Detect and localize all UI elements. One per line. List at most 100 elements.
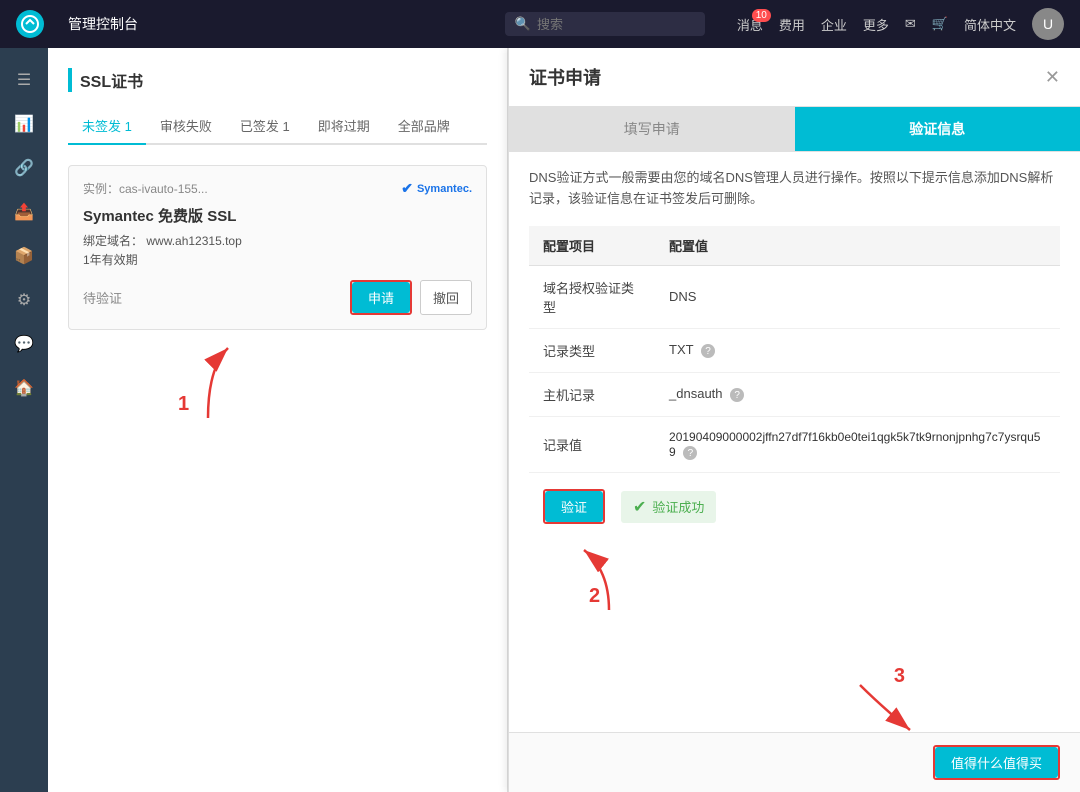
sidebar-icon-home[interactable]: 🏠 [8, 372, 40, 404]
panel-title: SSL证书 [68, 68, 487, 92]
modal-footer: 3 值得什么值得买 [509, 732, 1080, 792]
row4-value: 20190409000002jffn27df7f16kb0e0tei1qgk5k… [655, 416, 1060, 473]
col-value-header: 配置值 [655, 226, 1060, 266]
footer-btn-highlight: 值得什么值得买 [933, 745, 1060, 780]
cert-actions: 申请 撤回 [350, 280, 472, 315]
footer-submit-button[interactable]: 值得什么值得买 [935, 747, 1058, 778]
verify-success-text: ✔ 验证成功 [621, 491, 716, 523]
messages-badge: 10 [752, 9, 771, 22]
annotation-number-2: 2 [589, 585, 600, 608]
sidebar-icon-upload[interactable]: 📤 [8, 196, 40, 228]
help-icon-txt[interactable]: ? [701, 344, 715, 358]
step-fill-application[interactable]: 填写申请 [509, 107, 795, 151]
col-item-header: 配置项目 [529, 226, 655, 266]
sidebar-icon-menu[interactable]: ☰ [8, 64, 40, 96]
cert-tabs: 未签发 1 审核失败 已签发 1 即将过期 全部品牌 [68, 108, 487, 145]
step-verify-info[interactable]: 验证信息 [795, 107, 1080, 151]
nav-enterprise[interactable]: 企业 [821, 15, 847, 34]
sidebar-icon-dashboard[interactable]: 📊 [8, 108, 40, 140]
main-content: SSL证书 未签发 1 审核失败 已签发 1 即将过期 全部品牌 [48, 48, 1080, 792]
cert-domain-label: 绑定域名： [83, 234, 143, 248]
left-panel: SSL证书 未签发 1 审核失败 已签发 1 即将过期 全部品牌 [48, 48, 508, 792]
check-icon: ✔ [401, 180, 413, 197]
nav-enterprise-label: 企业 [821, 18, 847, 33]
sidebar-icon-link[interactable]: 🔗 [8, 152, 40, 184]
nav-more-label: 更多 [863, 18, 889, 33]
modal-title: 证书申请 [529, 64, 601, 90]
cert-name: Symantec 免费版 SSL [83, 205, 472, 226]
annotation-number-3: 3 [894, 665, 905, 688]
modal-header: 证书申请 ✕ [509, 48, 1080, 107]
verify-row: 验证 ✔ 验证成功 [529, 473, 1060, 540]
apply-btn-highlight: 申请 [350, 280, 412, 315]
table-row: 记录值 20190409000002jffn27df7f16kb0e0tei1q… [529, 416, 1060, 473]
cert-footer: 待验证 申请 撤回 [83, 280, 472, 315]
annotation-area-1: 1 [68, 338, 487, 438]
cert-domain-value: www.ah12315.top [146, 234, 241, 248]
nav-billing-label: 费用 [779, 18, 805, 33]
sidebar-icon-settings[interactable]: ⚙ [8, 284, 40, 316]
topnav-title: 管理控制台 [68, 14, 138, 34]
nav-billing[interactable]: 费用 [779, 15, 805, 34]
tab-all-brands[interactable]: 全部品牌 [384, 108, 464, 145]
mail-icon: ✉ [905, 16, 916, 31]
cert-validity: 1年有效期 [83, 251, 472, 268]
search-input[interactable] [537, 17, 687, 32]
nav-cart[interactable]: 🛒 [932, 16, 948, 32]
search-icon: 🔍 [515, 16, 531, 32]
avatar-initials: U [1043, 16, 1053, 32]
logo-icon [16, 10, 44, 38]
success-icon: ✔ [633, 497, 646, 517]
row4-item: 记录值 [529, 416, 655, 473]
success-label: 验证成功 [652, 497, 704, 516]
cert-status: 待验证 [83, 288, 122, 307]
cart-icon: 🛒 [932, 16, 948, 31]
table-row: 主机记录 _dnsauth ? [529, 372, 1060, 416]
steps: 填写申请 验证信息 [509, 107, 1080, 152]
sidebar-icon-chat[interactable]: 💬 [8, 328, 40, 360]
search-bar[interactable]: 🔍 [505, 12, 705, 36]
help-icon-host[interactable]: ? [730, 388, 744, 402]
sidebar-icon-box[interactable]: 📦 [8, 240, 40, 272]
tab-unsigned[interactable]: 未签发 1 [68, 108, 146, 145]
nav-language[interactable]: 简体中文 [964, 15, 1016, 34]
revoke-button[interactable]: 撤回 [420, 280, 472, 315]
row2-value: TXT ? [655, 328, 1060, 372]
modal-desc: DNS验证方式一般需要由您的域名DNS管理人员进行操作。按照以下提示信息添加DN… [529, 168, 1060, 210]
symantec-badge: ✔ Symantec. [401, 180, 472, 197]
avatar[interactable]: U [1032, 8, 1064, 40]
cert-card-header: 实例：cas-ivauto-155... ✔ Symantec. [83, 180, 472, 197]
table-row: 记录类型 TXT ? [529, 328, 1060, 372]
nav-mail[interactable]: ✉ [905, 16, 916, 32]
brand-name: Symantec. [417, 183, 472, 195]
table-row: 域名授权验证类型 DNS [529, 265, 1060, 328]
row1-value: DNS [655, 265, 1060, 328]
arrow-2-svg [559, 540, 659, 620]
footer-annotation: 3 值得什么值得买 [933, 745, 1060, 780]
cert-modal: 证书申请 ✕ 填写申请 验证信息 DNS验证方式一般需要由您的域名DNS管理人员… [508, 48, 1080, 792]
main-layout: ☰ 📊 🔗 📤 📦 ⚙ 💬 🏠 SSL证书 未签发 1 审核失败 已签发 1 [0, 48, 1080, 792]
apply-button[interactable]: 申请 [352, 282, 410, 313]
tab-signed[interactable]: 已签发 1 [226, 108, 304, 145]
tab-failed[interactable]: 审核失败 [146, 108, 226, 145]
language-label: 简体中文 [964, 18, 1016, 33]
annotation-number-1: 1 [178, 393, 189, 416]
close-button[interactable]: ✕ [1045, 67, 1060, 88]
cert-card: 实例：cas-ivauto-155... ✔ Symantec. Symante… [68, 165, 487, 330]
verify-btn-highlight: 验证 [543, 489, 605, 524]
nav-messages[interactable]: 消息 10 [737, 15, 763, 34]
row3-value: _dnsauth ? [655, 372, 1060, 416]
cert-instance: 实例：cas-ivauto-155... [83, 180, 208, 197]
topnav-nav-items: 消息 10 费用 企业 更多 ✉ 🛒 简体中文 U [737, 8, 1064, 40]
nav-more[interactable]: 更多 [863, 15, 889, 34]
topnav: 管理控制台 🔍 消息 10 费用 企业 更多 ✉ 🛒 简体中文 U [0, 0, 1080, 48]
help-icon-record[interactable]: ? [683, 446, 697, 460]
row2-item: 记录类型 [529, 328, 655, 372]
tab-expiring[interactable]: 即将过期 [304, 108, 384, 145]
verify-button[interactable]: 验证 [545, 491, 603, 522]
sidebar: ☰ 📊 🔗 📤 📦 ⚙ 💬 🏠 [0, 48, 48, 792]
annotation-area-2: 2 [529, 540, 1060, 620]
row1-item: 域名授权验证类型 [529, 265, 655, 328]
row3-item: 主机记录 [529, 372, 655, 416]
cert-domain: 绑定域名： www.ah12315.top [83, 232, 472, 249]
